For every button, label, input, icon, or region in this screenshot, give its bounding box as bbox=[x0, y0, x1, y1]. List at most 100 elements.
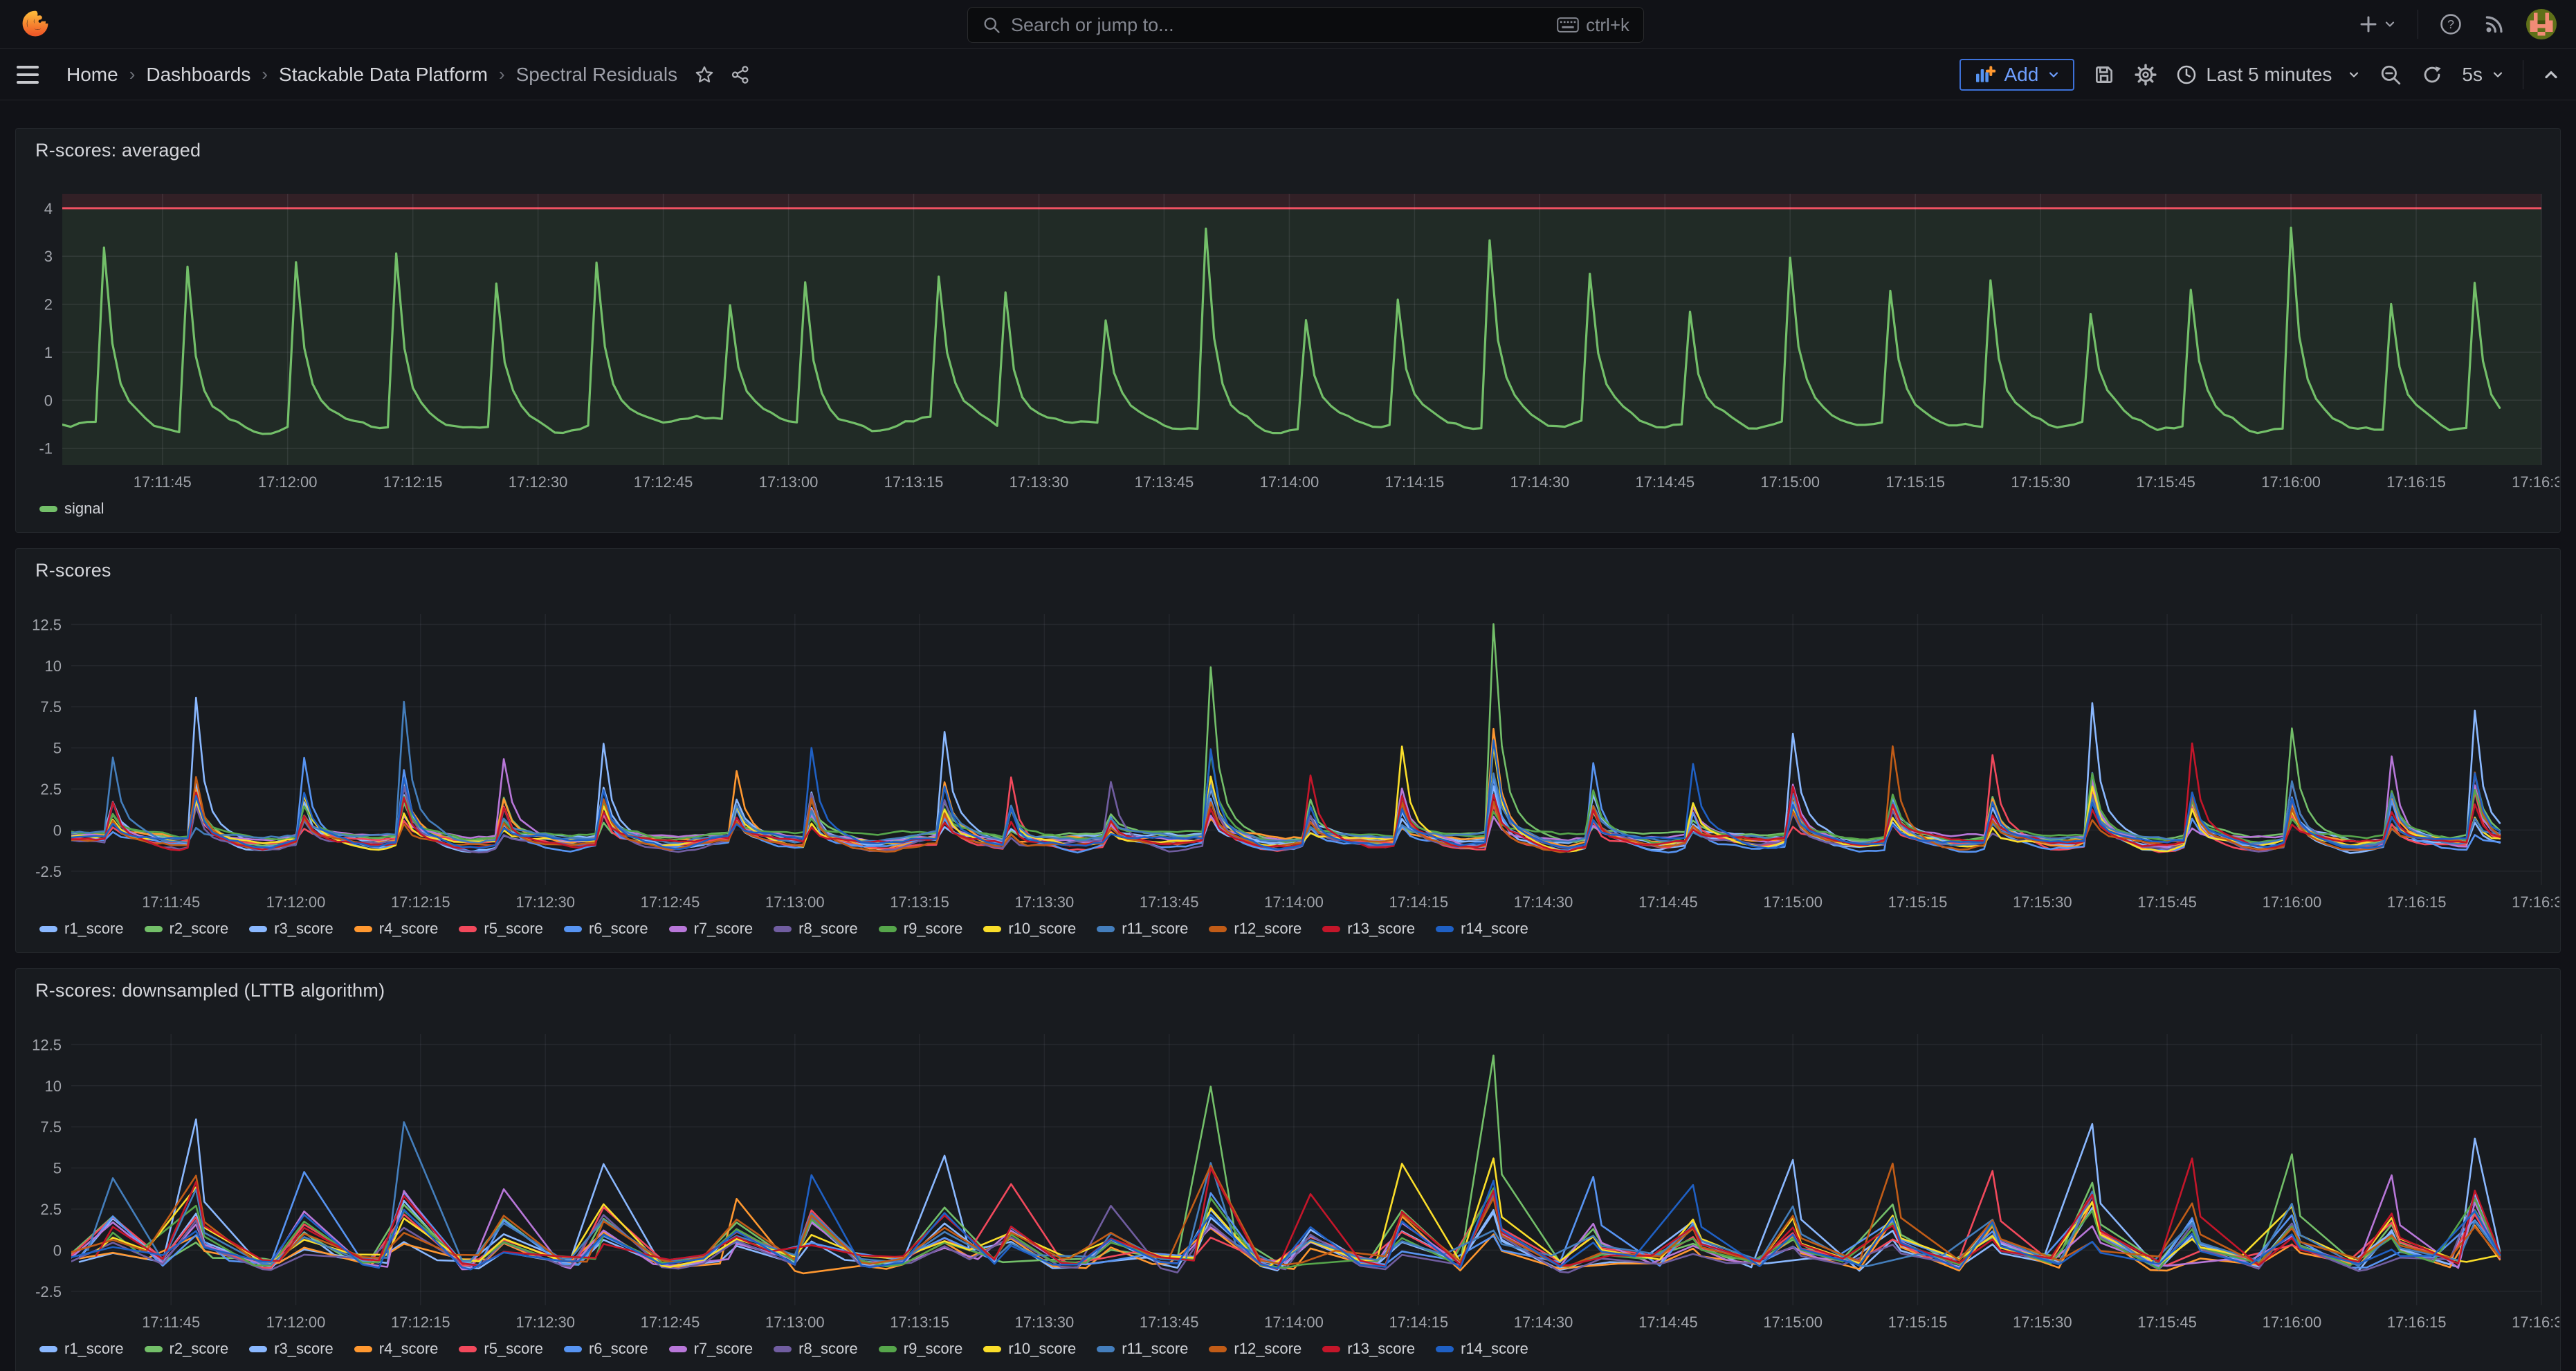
legend-item-r11_score[interactable]: r11_score bbox=[1097, 1340, 1188, 1358]
chevron-up-icon bbox=[2541, 65, 2561, 84]
breadcrumb-home[interactable]: Home bbox=[66, 64, 118, 86]
svg-text:17:11:45: 17:11:45 bbox=[134, 473, 192, 491]
legend-item-r2_score[interactable]: r2_score bbox=[145, 1340, 229, 1358]
save-icon bbox=[2092, 63, 2116, 87]
legend-item-r7_score[interactable]: r7_score bbox=[669, 1340, 753, 1358]
legend-label: r6_score bbox=[589, 1340, 648, 1358]
zoom-out-time-button[interactable] bbox=[2379, 63, 2402, 87]
breadcrumb-dashboards[interactable]: Dashboards bbox=[146, 64, 250, 86]
legend-item-r10_score[interactable]: r10_score bbox=[983, 920, 1076, 938]
svg-text:2.5: 2.5 bbox=[40, 1201, 62, 1218]
svg-text:17:15:00: 17:15:00 bbox=[1763, 1314, 1823, 1331]
legend-item-r6_score[interactable]: r6_score bbox=[564, 1340, 648, 1358]
panel-title[interactable]: R-scores: averaged bbox=[16, 129, 2560, 169]
menu-toggle-button[interactable] bbox=[17, 64, 39, 86]
legend-swatch bbox=[1209, 1346, 1227, 1352]
legend-item-r1_score[interactable]: r1_score bbox=[39, 1340, 124, 1358]
legend-label: r14_score bbox=[1461, 1340, 1528, 1358]
legend-item-r11_score[interactable]: r11_score bbox=[1097, 920, 1188, 938]
legend-item-r8_score[interactable]: r8_score bbox=[774, 1340, 858, 1358]
legend-item-r10_score[interactable]: r10_score bbox=[983, 1340, 1076, 1358]
dashboard-settings-button[interactable] bbox=[2134, 63, 2157, 87]
legend-item-r13_score[interactable]: r13_score bbox=[1322, 920, 1415, 938]
rss-icon bbox=[2483, 13, 2505, 35]
panel-title[interactable]: R-scores bbox=[16, 549, 2560, 589]
legend-item-r9_score[interactable]: r9_score bbox=[879, 1340, 963, 1358]
legend-item-r5_score[interactable]: r5_score bbox=[459, 1340, 543, 1358]
favorite-button[interactable] bbox=[694, 64, 715, 85]
legend-swatch bbox=[669, 926, 687, 932]
svg-text:2: 2 bbox=[44, 296, 53, 314]
svg-text:17:14:30: 17:14:30 bbox=[1514, 893, 1573, 911]
svg-text:7.5: 7.5 bbox=[40, 1118, 62, 1136]
legend-item-r14_score[interactable]: r14_score bbox=[1436, 1340, 1528, 1358]
search-input[interactable] bbox=[1011, 15, 1557, 36]
legend-item-r3_score[interactable]: r3_score bbox=[249, 1340, 334, 1358]
svg-text:17:13:15: 17:13:15 bbox=[890, 1314, 949, 1331]
svg-text:17:11:45: 17:11:45 bbox=[142, 1314, 200, 1331]
legend-swatch bbox=[1322, 926, 1340, 932]
legend-item-r2_score[interactable]: r2_score bbox=[145, 920, 229, 938]
refresh-interval-picker[interactable]: 5s bbox=[2462, 64, 2505, 86]
search-icon bbox=[982, 15, 1001, 35]
new-menu-button[interactable] bbox=[2358, 14, 2397, 35]
svg-text:17:14:15: 17:14:15 bbox=[1385, 473, 1445, 491]
share-button[interactable] bbox=[730, 64, 751, 85]
time-series-chart[interactable]: 12.5107.552.50-2.517:11:4517:12:0017:12:… bbox=[16, 1009, 2559, 1334]
add-panel-button[interactable]: Add bbox=[1960, 59, 2074, 91]
svg-text:17:12:45: 17:12:45 bbox=[634, 473, 693, 491]
legend-item-r5_score[interactable]: r5_score bbox=[459, 920, 543, 938]
legend-item-r13_score[interactable]: r13_score bbox=[1322, 1340, 1415, 1358]
time-range-picker[interactable]: Last 5 minutes bbox=[2175, 64, 2361, 86]
svg-text:17:16:15: 17:16:15 bbox=[2387, 1314, 2447, 1331]
refresh-button[interactable] bbox=[2420, 63, 2444, 87]
legend-label: r8_score bbox=[798, 1340, 858, 1358]
panel-title[interactable]: R-scores: downsampled (LTTB algorithm) bbox=[16, 969, 2560, 1009]
svg-text:17:12:15: 17:12:15 bbox=[391, 893, 450, 911]
legend-item-r12_score[interactable]: r12_score bbox=[1209, 1340, 1301, 1358]
svg-text:12.5: 12.5 bbox=[32, 616, 62, 633]
time-series-chart[interactable]: 12.5107.552.50-2.517:11:4517:12:0017:12:… bbox=[16, 589, 2559, 914]
save-dashboard-button[interactable] bbox=[2092, 63, 2116, 87]
help-button[interactable]: ? bbox=[2439, 12, 2463, 36]
user-avatar[interactable] bbox=[2526, 9, 2557, 39]
svg-text:-2.5: -2.5 bbox=[35, 1283, 62, 1300]
svg-text:17:13:00: 17:13:00 bbox=[759, 473, 819, 491]
legend-item-r1_score[interactable]: r1_score bbox=[39, 920, 124, 938]
legend-item-r3_score[interactable]: r3_score bbox=[249, 920, 334, 938]
legend-label: r7_score bbox=[694, 1340, 753, 1358]
svg-text:17:14:30: 17:14:30 bbox=[1514, 1314, 1573, 1331]
breadcrumb-folder[interactable]: Stackable Data Platform bbox=[279, 64, 488, 86]
breadcrumb-current-dashboard: Spectral Residuals bbox=[516, 64, 677, 86]
svg-text:17:15:15: 17:15:15 bbox=[1885, 473, 1945, 491]
svg-text:0: 0 bbox=[44, 392, 53, 409]
legend-label: r8_score bbox=[798, 920, 858, 938]
grafana-logo-icon[interactable] bbox=[19, 8, 51, 40]
legend-label: r4_score bbox=[379, 1340, 439, 1358]
legend-label: r2_score bbox=[170, 920, 229, 938]
svg-text:17:13:00: 17:13:00 bbox=[765, 893, 825, 911]
legend-item-r7_score[interactable]: r7_score bbox=[669, 920, 753, 938]
gear-icon bbox=[2134, 63, 2157, 87]
legend-item-r6_score[interactable]: r6_score bbox=[564, 920, 648, 938]
legend-item-r14_score[interactable]: r14_score bbox=[1436, 920, 1528, 938]
legend-item-r4_score[interactable]: r4_score bbox=[354, 1340, 439, 1358]
news-button[interactable] bbox=[2483, 13, 2505, 35]
legend-item-r9_score[interactable]: r9_score bbox=[879, 920, 963, 938]
collapse-toolbar-button[interactable] bbox=[2541, 65, 2561, 84]
chevron-down-icon bbox=[2347, 68, 2361, 82]
svg-text:1: 1 bbox=[44, 344, 53, 361]
legend-swatch bbox=[1097, 1346, 1115, 1352]
legend-item-signal[interactable]: signal bbox=[39, 500, 104, 518]
legend-label: r13_score bbox=[1347, 1340, 1415, 1358]
svg-text:10: 10 bbox=[45, 657, 62, 675]
legend-item-r8_score[interactable]: r8_score bbox=[774, 920, 858, 938]
time-series-chart[interactable]: 43210-117:11:4517:12:0017:12:1517:12:301… bbox=[16, 169, 2559, 494]
legend: signal bbox=[16, 494, 2560, 523]
legend-swatch bbox=[1209, 926, 1227, 932]
legend-swatch bbox=[983, 1346, 1001, 1352]
legend-item-r4_score[interactable]: r4_score bbox=[354, 920, 439, 938]
search-bar[interactable]: ctrl+k bbox=[967, 7, 1644, 43]
svg-text:17:12:15: 17:12:15 bbox=[383, 473, 443, 491]
legend-item-r12_score[interactable]: r12_score bbox=[1209, 920, 1301, 938]
